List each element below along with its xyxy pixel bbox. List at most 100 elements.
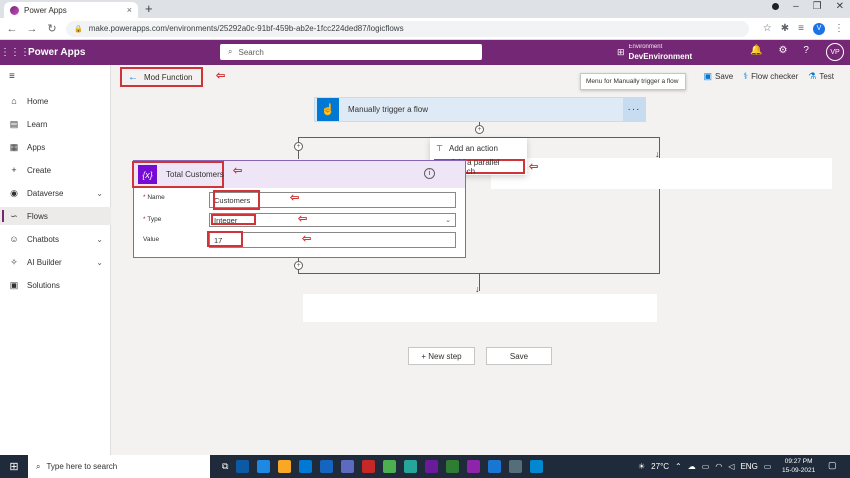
- hamburger-icon[interactable]: ≡: [9, 71, 15, 82]
- back-to-flows-button[interactable]: ← Mod Function: [120, 67, 203, 87]
- star-icon[interactable]: ☆: [763, 23, 772, 34]
- chatbot-icon: ☺: [9, 234, 19, 244]
- notifications-icon[interactable]: ▢: [828, 460, 837, 471]
- sidebar-item-label: AI Builder: [27, 257, 62, 267]
- bell-icon[interactable]: 🔔: [750, 45, 762, 56]
- test-label: Test: [819, 72, 834, 81]
- address-bar[interactable]: 🔒 make.powerapps.com/environments/25292a…: [66, 20, 749, 37]
- type-field-label: * Type: [143, 216, 162, 223]
- sidebar-item-dataverse[interactable]: ◉ Dataverse ⌄: [0, 184, 111, 202]
- flow-checker-button[interactable]: ⚕ Flow checker: [743, 71, 798, 82]
- sidebar-item-flows[interactable]: ∽ Flows: [0, 207, 111, 225]
- sidebar-item-learn[interactable]: ▤ Learn: [0, 115, 111, 133]
- environment-icon: ⊞: [617, 46, 625, 57]
- forward-icon[interactable]: →: [26, 23, 38, 35]
- record-icon: [772, 3, 780, 10]
- photos-icon[interactable]: [257, 460, 271, 473]
- initialize-variable-card[interactable]: {x} Total Customers i * Name Customers *…: [132, 160, 466, 258]
- menu-item-add-action[interactable]: ⊤ Add an action: [434, 141, 527, 156]
- environment-picker[interactable]: ⊞ Environment DevEnvironment: [617, 43, 692, 61]
- task-view-icon[interactable]: ⧉: [222, 461, 228, 472]
- variable-card-header[interactable]: {x} Total Customers i: [132, 161, 465, 188]
- menu-list-icon[interactable]: ≡: [798, 23, 804, 34]
- battery-icon[interactable]: ▭: [702, 462, 710, 471]
- tab-close-icon[interactable]: ×: [127, 5, 132, 15]
- variable-card-title: Total Customers: [166, 170, 224, 179]
- teams-icon[interactable]: [425, 460, 439, 473]
- sidebar-item-ai-builder[interactable]: ✧ AI Builder ⌄: [0, 253, 111, 271]
- menu-item-label: Add an action: [449, 144, 498, 153]
- wifi-icon[interactable]: ◠: [715, 462, 722, 471]
- network-icon[interactable]: ☁: [688, 462, 696, 471]
- value-field[interactable]: 17: [209, 232, 456, 248]
- flow-name: Mod Function: [144, 72, 193, 82]
- waffle-icon[interactable]: ⋮⋮⋮: [0, 47, 30, 58]
- tab-title: Power Apps: [24, 5, 67, 15]
- clock[interactable]: 09:27 PM 15-09-2021: [782, 457, 815, 475]
- user-avatar[interactable]: VP: [826, 43, 844, 61]
- help-icon[interactable]: ?: [803, 45, 809, 56]
- save-flow-button[interactable]: Save: [486, 347, 552, 365]
- close-window-button[interactable]: ✕: [836, 1, 844, 12]
- chevron-down-icon: ⌄: [96, 188, 103, 198]
- extensions-icon[interactable]: ✱: [781, 23, 789, 34]
- info-icon[interactable]: i: [424, 168, 435, 179]
- gear-icon[interactable]: ⚙: [778, 45, 787, 56]
- insert-step-button[interactable]: +: [294, 261, 303, 270]
- sidebar-item-home[interactable]: ⌂ Home: [0, 92, 111, 110]
- insert-step-button[interactable]: +: [475, 125, 484, 134]
- more-options-button[interactable]: ···: [623, 98, 645, 121]
- insert-step-button[interactable]: +: [294, 142, 303, 151]
- language[interactable]: ENG: [740, 462, 757, 471]
- apps-icon: ▦: [9, 141, 19, 152]
- sidebar-item-label: Home: [27, 96, 49, 106]
- taskbar-search[interactable]: ⌕ Type here to search: [28, 455, 210, 478]
- help-app-icon[interactable]: [530, 460, 544, 473]
- minimize-button[interactable]: –: [793, 1, 799, 12]
- settings-app-icon[interactable]: [404, 460, 418, 473]
- test-button[interactable]: ⚗ Test: [808, 71, 834, 82]
- temperature[interactable]: 27°C: [651, 462, 669, 471]
- outlook-icon[interactable]: [299, 460, 313, 473]
- edge-icon[interactable]: [236, 460, 250, 473]
- maximize-button[interactable]: ❐: [813, 1, 822, 12]
- reload-icon[interactable]: ↻: [46, 22, 58, 35]
- sidebar-item-create[interactable]: + Create: [0, 161, 111, 179]
- sidebar-item-chatbots[interactable]: ☺ Chatbots ⌄: [0, 230, 111, 248]
- sidebar-item-solutions[interactable]: ▣ Solutions: [0, 276, 111, 294]
- name-field-label: * Name: [143, 194, 165, 201]
- flask-icon: ⚗: [808, 71, 817, 81]
- windows-start-icon[interactable]: ⊞: [0, 460, 28, 473]
- word-icon[interactable]: [488, 460, 502, 473]
- back-icon[interactable]: ←: [6, 23, 18, 35]
- calendar-icon[interactable]: [362, 460, 376, 473]
- file-explorer-icon[interactable]: [278, 460, 292, 473]
- more-options-icon[interactable]: ⋮: [834, 23, 844, 34]
- annotation-box: [213, 190, 260, 210]
- chevron-up-icon[interactable]: ⌃: [675, 462, 682, 471]
- mail-icon[interactable]: [320, 460, 334, 473]
- database-icon: ◉: [10, 187, 18, 198]
- app-title[interactable]: Power Apps: [28, 47, 218, 58]
- onenote-icon[interactable]: [467, 460, 481, 473]
- new-tab-button[interactable]: +: [145, 1, 153, 16]
- save-button[interactable]: ▣ Save: [704, 71, 734, 82]
- display-icon[interactable]: ▭: [764, 462, 772, 471]
- sidebar-item-apps[interactable]: ▦ Apps: [0, 138, 111, 156]
- snipping-tool-icon[interactable]: [509, 460, 523, 473]
- clock-time: 09:27 PM: [784, 458, 813, 465]
- search-icon: ⌕: [36, 461, 41, 471]
- search-input[interactable]: ⌕ Search: [220, 44, 482, 60]
- browser-profile-avatar[interactable]: V: [813, 22, 825, 35]
- taskbar-search-placeholder: Type here to search: [46, 462, 118, 471]
- new-step-button[interactable]: + New step: [408, 347, 475, 365]
- command-bar: ▣ Save ⚕ Flow checker ⚗ Test: [704, 71, 835, 82]
- store-icon[interactable]: [341, 460, 355, 473]
- browser-tab[interactable]: Power Apps ×: [4, 2, 138, 18]
- sidebar-item-label: Create: [27, 165, 52, 175]
- chrome-icon[interactable]: [383, 460, 397, 473]
- excel-icon[interactable]: [446, 460, 460, 473]
- trigger-card[interactable]: ☝ Manually trigger a flow ···: [314, 97, 646, 122]
- volume-icon[interactable]: ◁: [728, 462, 734, 471]
- annotation-arrow-icon: ⇦: [298, 213, 308, 225]
